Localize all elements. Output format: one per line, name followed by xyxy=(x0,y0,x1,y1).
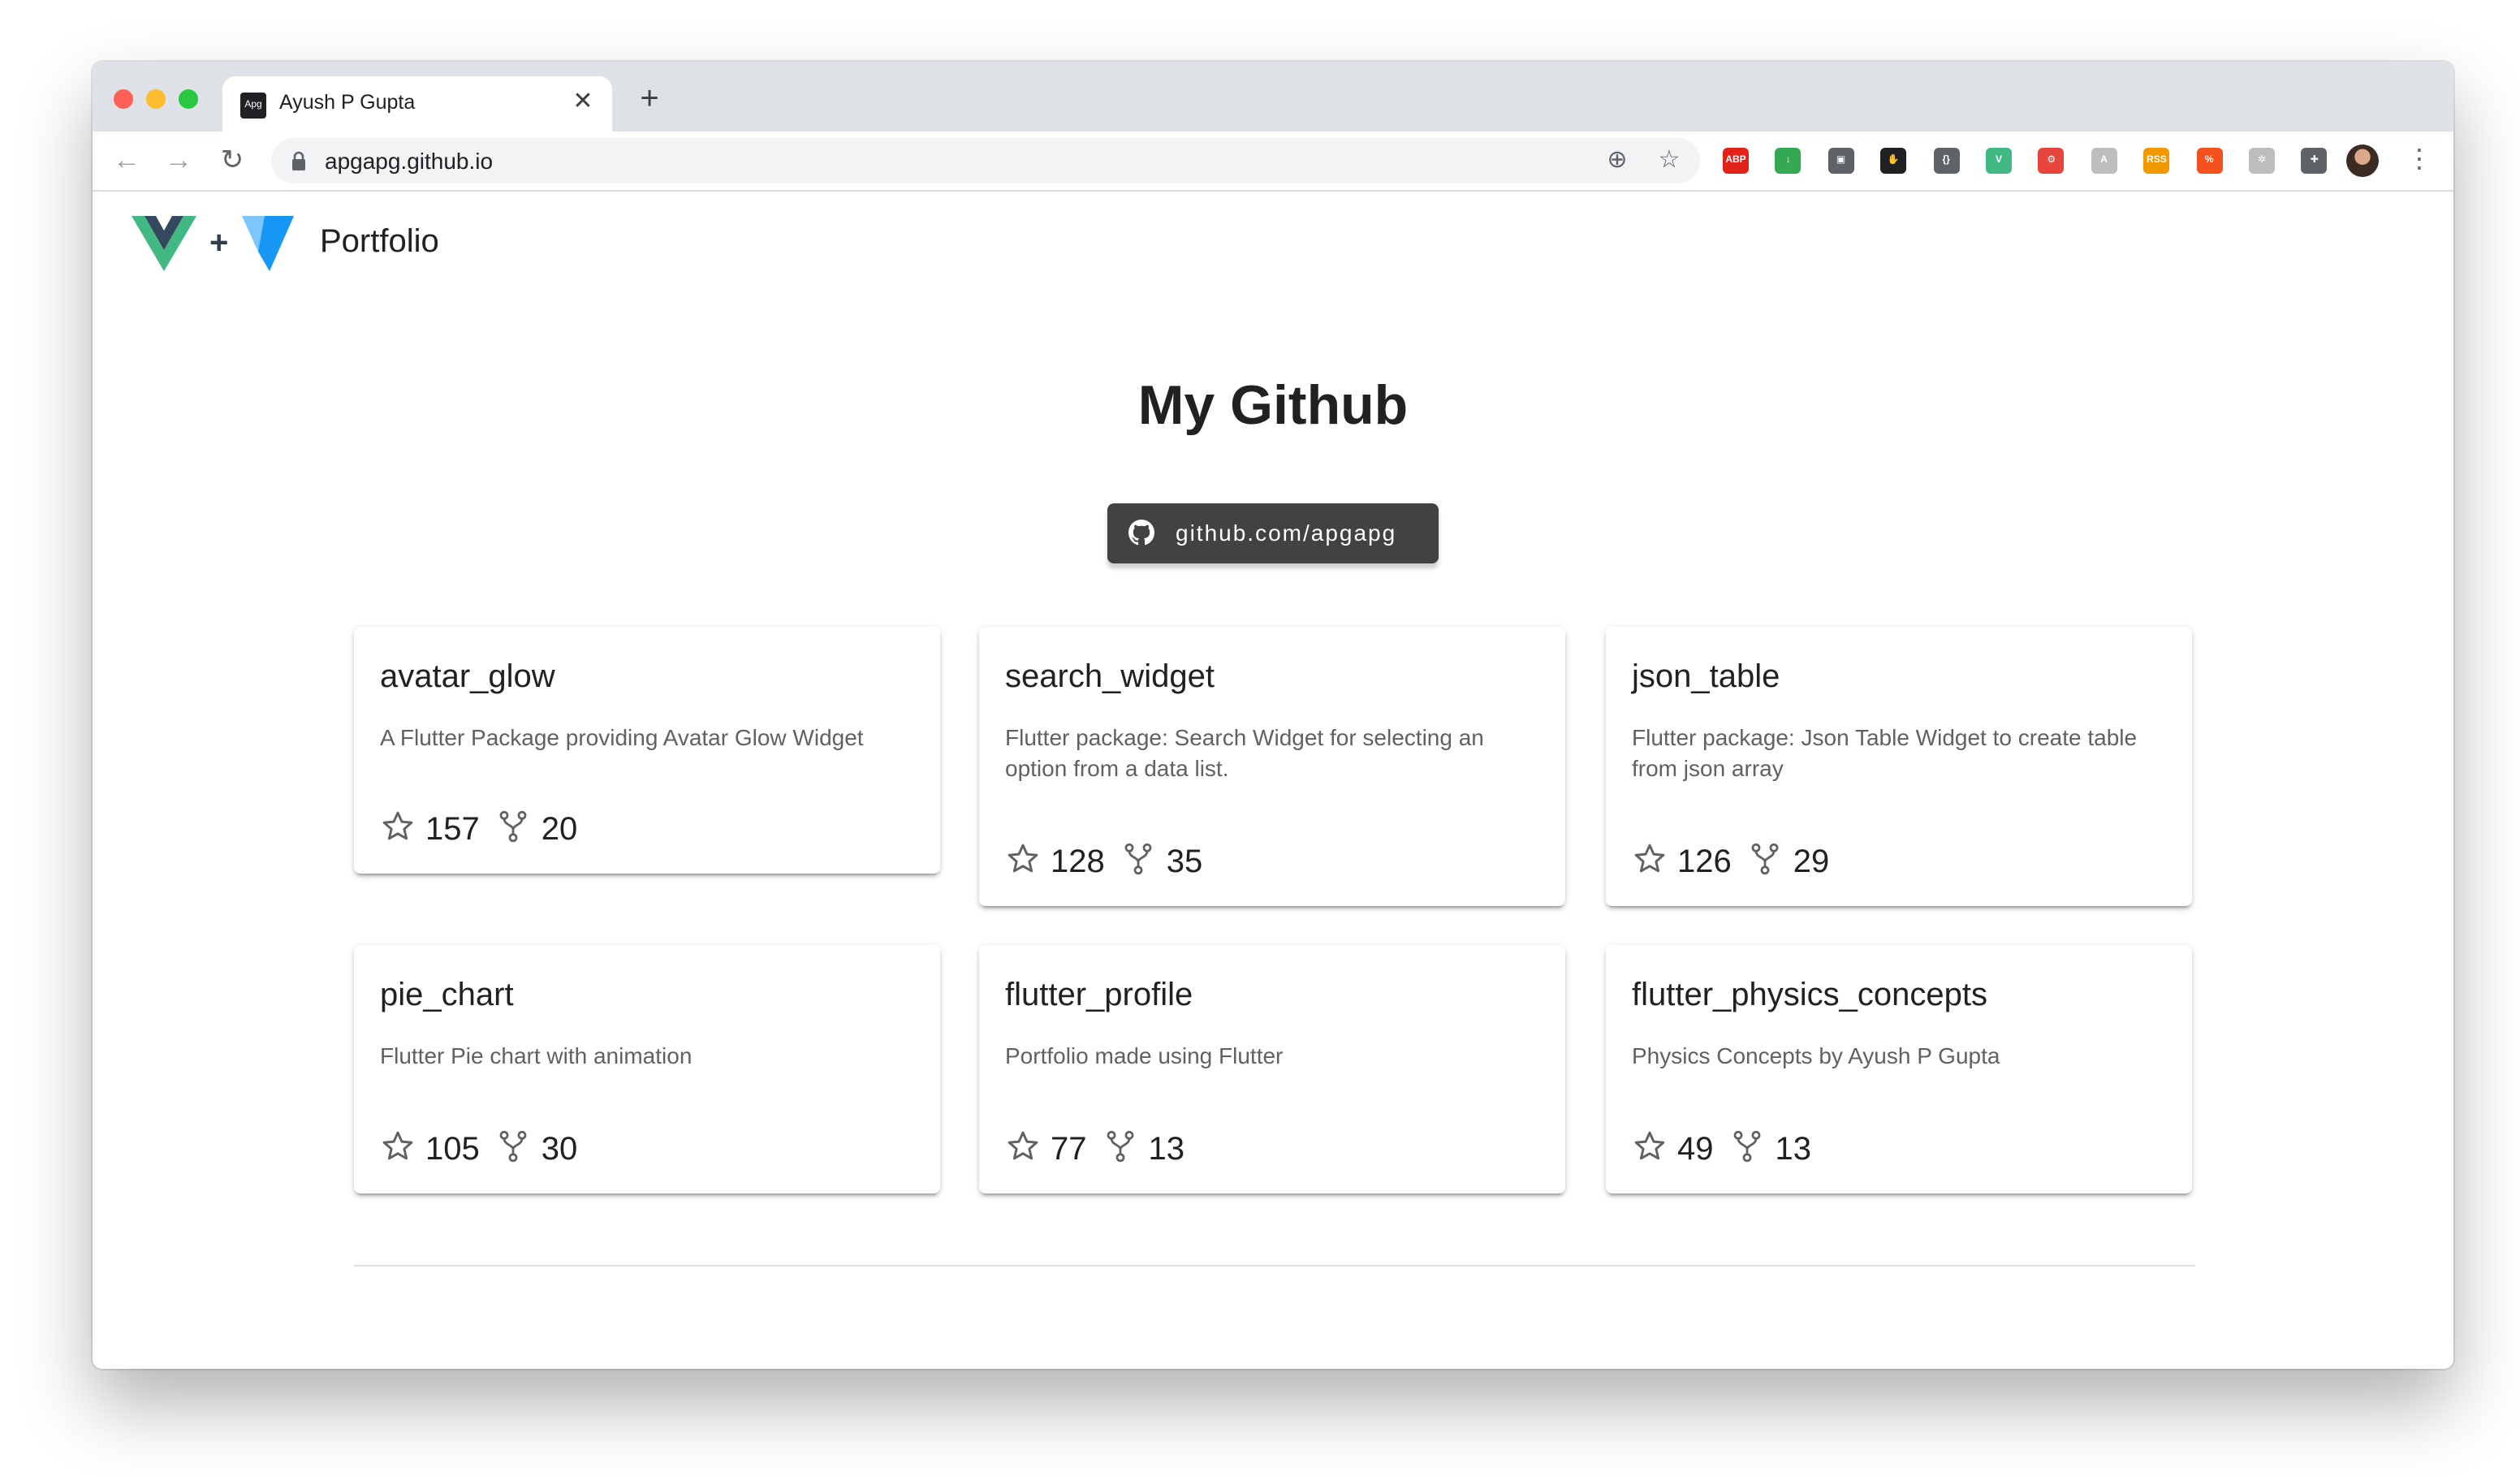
puzzle-icon[interactable]: ✚ xyxy=(2301,148,2328,174)
forward-button[interactable]: → xyxy=(161,143,196,179)
code-extension-icon[interactable]: {} xyxy=(1933,148,1960,174)
back-button[interactable]: ← xyxy=(109,143,145,179)
repo-description: Flutter package: Search Widget for selec… xyxy=(1005,724,1484,781)
fork-count: 30 xyxy=(541,1131,578,1167)
github-button-label: github.com/apgapg xyxy=(1176,520,1397,546)
repo-description: Physics Concepts by Ayush P Gupta xyxy=(1632,1042,2000,1068)
browser-window: Apg Ayush P Gupta ✕ + ← → ↻ apgapg.githu… xyxy=(93,62,2453,1369)
fork-count: 35 xyxy=(1166,844,1203,879)
repo-card[interactable]: avatar_glow A Flutter Package providing A… xyxy=(354,627,940,874)
fork-count: 13 xyxy=(1775,1131,1812,1167)
fork-icon xyxy=(1730,1128,1766,1172)
logo-plus: + xyxy=(209,226,229,261)
browser-tab[interactable]: Apg Ayush P Gupta ✕ xyxy=(222,76,612,132)
star-icon xyxy=(1005,840,1041,884)
url-text: apgapg.github.io xyxy=(325,148,494,174)
github-icon xyxy=(1128,520,1154,546)
fork-count: 29 xyxy=(1793,844,1830,879)
star-count: 49 xyxy=(1677,1131,1714,1167)
star-icon xyxy=(1632,1128,1668,1172)
repo-card[interactable]: flutter_profile Portfolio made using Flut… xyxy=(979,945,1565,1193)
translate-extension-icon[interactable]: A xyxy=(2091,148,2117,174)
download-extension-icon[interactable]: ↓ xyxy=(1775,148,1802,174)
vue-devtools-icon[interactable]: V xyxy=(1986,148,2012,174)
address-bar[interactable]: apgapg.github.io ⊕ ☆ xyxy=(271,138,1700,183)
gnome-extension-icon[interactable]: ✋ xyxy=(1880,148,1907,174)
vuetify-logo-icon xyxy=(242,216,294,271)
profile-avatar[interactable] xyxy=(2346,145,2379,177)
star-icon xyxy=(380,808,416,852)
reload-button[interactable]: ↻ xyxy=(214,143,250,179)
close-window-button[interactable] xyxy=(114,89,133,109)
page-title: My Github xyxy=(1137,375,1409,437)
minimize-window-button[interactable] xyxy=(146,89,166,109)
repo-name: flutter_profile xyxy=(1005,978,1193,1013)
repo-name: json_table xyxy=(1632,659,1780,695)
vue-logo-icon xyxy=(132,216,196,271)
star-count: 77 xyxy=(1051,1131,1087,1167)
rss-extension-icon[interactable]: RSS xyxy=(2143,148,2170,174)
star-count: 157 xyxy=(425,811,480,847)
star-icon xyxy=(380,1128,416,1172)
new-tab-button[interactable]: + xyxy=(632,81,667,117)
fork-icon xyxy=(1103,1128,1139,1172)
repo-description: A Flutter Package providing Avatar Glow … xyxy=(380,724,864,750)
favicon-icon: Apg xyxy=(240,93,266,119)
repo-stats: 128 35 xyxy=(1005,841,1219,883)
adblock-icon[interactable]: ABP xyxy=(1723,148,1749,174)
fork-count: 20 xyxy=(541,811,578,847)
star-count: 105 xyxy=(425,1131,480,1167)
star-count: 126 xyxy=(1677,844,1732,879)
repo-name: flutter_physics_concepts xyxy=(1632,978,1988,1013)
repo-name: avatar_glow xyxy=(380,659,555,695)
repo-card[interactable]: pie_chart Flutter Pie chart with animatio… xyxy=(354,945,940,1193)
tab-title: Ayush P Gupta xyxy=(279,91,416,114)
percent-extension-icon[interactable]: % xyxy=(2196,148,2223,174)
repo-description: Flutter Pie chart with animation xyxy=(380,1042,693,1068)
repo-description: Portfolio made using Flutter xyxy=(1005,1042,1284,1068)
repo-name: pie_chart xyxy=(380,978,514,1013)
browser-menu-icon[interactable]: ⋮ xyxy=(2406,145,2432,177)
bookmark-star-icon[interactable]: ☆ xyxy=(1655,146,1684,175)
page-content: + Portfolio My Github github.com/apgapg … xyxy=(93,192,2453,1369)
network-extension-icon[interactable]: ⚙ xyxy=(2038,148,2065,174)
repo-description: Flutter package: Json Table Widget to cr… xyxy=(1632,724,2138,781)
install-app-icon[interactable]: ⊕ xyxy=(1603,146,1632,175)
github-profile-button[interactable]: github.com/apgapg xyxy=(1107,503,1439,563)
footer-divider xyxy=(354,1265,2195,1267)
maximize-window-button[interactable] xyxy=(179,89,198,109)
repo-card[interactable]: flutter_physics_concepts Physics Concepts… xyxy=(1606,945,2192,1193)
repo-stats: 157 20 xyxy=(380,809,593,851)
tab-close-icon[interactable]: ✕ xyxy=(570,88,596,115)
lock-icon xyxy=(292,151,305,170)
fork-icon xyxy=(1121,840,1157,884)
repo-stats: 49 13 xyxy=(1632,1129,1827,1171)
wheel-extension-icon[interactable]: ✲ xyxy=(2249,148,2275,174)
repo-name: search_widget xyxy=(1005,659,1215,695)
repo-stats: 126 29 xyxy=(1632,841,1845,883)
tab-bar: Apg Ayush P Gupta ✕ + xyxy=(93,62,2453,132)
fork-icon xyxy=(496,1128,532,1172)
repo-card[interactable]: json_table Flutter package: Json Table Wi… xyxy=(1606,627,2192,906)
star-icon xyxy=(1005,1128,1041,1172)
fork-icon xyxy=(1748,840,1784,884)
fork-count: 13 xyxy=(1148,1131,1185,1167)
star-icon xyxy=(1632,840,1668,884)
password-extension-icon[interactable]: ▣ xyxy=(1827,148,1854,174)
repo-stats: 105 30 xyxy=(380,1129,593,1171)
repo-stats: 77 13 xyxy=(1005,1129,1201,1171)
fork-icon xyxy=(496,808,532,852)
repo-card[interactable]: search_widget Flutter package: Search Wid… xyxy=(979,627,1565,906)
star-count: 128 xyxy=(1051,844,1105,879)
browser-toolbar: ← → ↻ apgapg.github.io ⊕ ☆ ABP ↓ ▣ ✋ {} V ⚙ A RS… xyxy=(93,132,2453,192)
brand-title[interactable]: Portfolio xyxy=(320,224,439,261)
